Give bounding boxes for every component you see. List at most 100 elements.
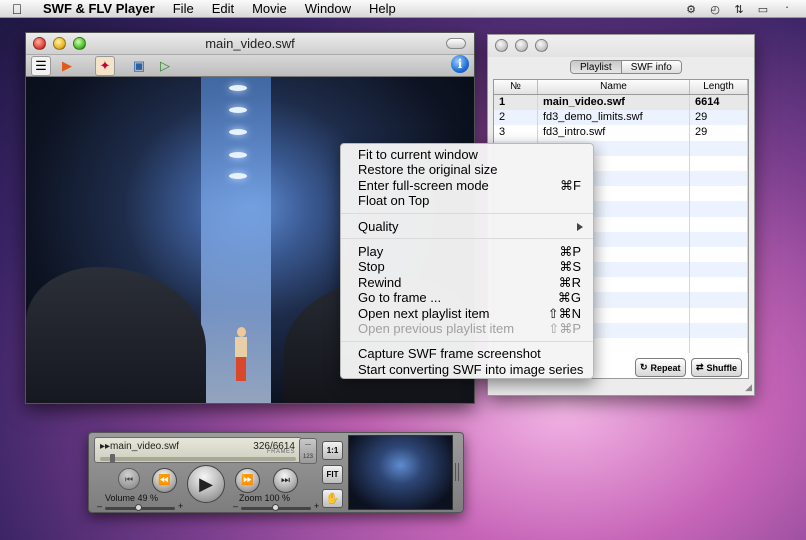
ceiling-lamp <box>229 129 247 135</box>
tab-swf-info[interactable]: SWF info <box>620 61 681 73</box>
minimize-window-button[interactable] <box>53 37 66 50</box>
playlist-tabs: Playlist SWF info <box>570 60 682 74</box>
menu-item-shortcut: ⌘P <box>559 243 581 259</box>
menu-item[interactable]: Open next playlist item ⇧⌘N <box>341 306 593 321</box>
menu-item-shortcut: ⌘F <box>560 177 581 193</box>
resize-handle[interactable] <box>455 463 459 481</box>
playlist-document-icon[interactable]: ☰ <box>31 56 51 76</box>
table-row[interactable]: 1 main_video.swf 6614 <box>494 95 748 111</box>
close-window-button[interactable] <box>33 37 46 50</box>
convert-icon[interactable]: ✦ <box>95 56 115 76</box>
upload-status-icon[interactable]: ⇅ <box>732 2 746 16</box>
menu-item[interactable]: Float on Top <box>341 193 593 208</box>
video-thumbnail[interactable] <box>348 435 453 510</box>
tab-playlist[interactable]: Playlist <box>571 61 621 73</box>
column-name[interactable]: Name <box>538 80 690 94</box>
menu-item[interactable]: Go to frame ... ⌘G <box>341 290 593 305</box>
menu-item[interactable]: Restore the original size <box>341 162 593 177</box>
menu-item[interactable]: Enter full-screen mode ⌘F <box>341 178 593 193</box>
column-number[interactable]: № <box>494 80 538 94</box>
menu-item-label: Go to frame ... <box>358 290 442 306</box>
progress-track[interactable] <box>100 457 296 461</box>
submenu-arrow-icon <box>577 222 583 231</box>
zoom-minus-icon: – <box>233 501 239 511</box>
crowd-left <box>26 267 206 403</box>
menu-item-label: Play <box>358 243 384 259</box>
camera-screenshot-icon[interactable]: ▣ <box>129 56 149 76</box>
menu-item-label: Float on Top <box>358 193 430 209</box>
repeat-button[interactable]: ↻ Repeat <box>635 358 686 377</box>
apple-menu-icon[interactable]:  <box>0 1 34 17</box>
repeat-icon: ↻ <box>640 362 648 372</box>
skip-to-end-button[interactable]: ⏭ <box>273 468 298 493</box>
current-file-name: ▸▸main_video.swf <box>100 441 179 452</box>
menu-file[interactable]: File <box>164 0 203 18</box>
row-number: 2 <box>494 110 538 126</box>
bluetooth-icon[interactable]: ᛫ <box>780 2 794 16</box>
menu-item[interactable]: Fit to current window <box>341 147 593 162</box>
playlist-titlebar[interactable] <box>488 35 754 57</box>
menu-window[interactable]: Window <box>296 0 360 18</box>
zoom-window-button[interactable] <box>73 37 86 50</box>
display-status-icon[interactable]: ▭ <box>756 2 770 16</box>
camera-series-icon[interactable]: ▷ <box>155 56 175 76</box>
table-row[interactable]: 2 fd3_demo_limits.swf 29 <box>494 110 748 126</box>
menu-item-shortcut: ⇧⌘N <box>547 305 581 321</box>
play-forward-icon[interactable]: ▶ <box>57 56 77 76</box>
skip-to-start-button[interactable]: ⏮ <box>118 468 140 490</box>
menu-item[interactable]: Open previous playlist item ⇧⌘P <box>341 321 593 336</box>
row-name: main_video.swf <box>538 95 690 111</box>
rewind-button[interactable]: ⏪ <box>152 468 177 493</box>
menu-edit[interactable]: Edit <box>203 0 243 18</box>
menu-item[interactable]: Play ⌘P <box>341 244 593 259</box>
video-window-titlebar[interactable]: main_video.swf <box>26 33 474 55</box>
menu-item-label: Open next playlist item <box>358 305 490 321</box>
playlist-zoom-button[interactable] <box>535 39 548 52</box>
menu-item-shortcut: ⌘S <box>559 259 581 275</box>
ceiling-lamp <box>229 173 247 179</box>
ratio-1-1-button[interactable]: 1:1 <box>322 441 343 460</box>
toolbar-toggle-button[interactable] <box>446 38 466 49</box>
fast-forward-button[interactable]: ⏩ <box>235 468 260 493</box>
row-length: 29 <box>690 110 748 126</box>
playlist-minimize-button[interactable] <box>515 39 528 52</box>
menu-separator <box>341 340 593 342</box>
table-row[interactable]: 3 fd3_intro.swf 29 <box>494 125 748 141</box>
menu-item-label: Restore the original size <box>358 162 498 178</box>
time-mode-toggle[interactable]: ― 123 <box>299 438 317 464</box>
menu-item-shortcut: ⇧⌘P <box>548 320 581 336</box>
menu-item-label: Quality <box>358 218 399 234</box>
table-header: № Name Length <box>494 80 748 95</box>
row-length: 29 <box>690 125 748 141</box>
menu-item[interactable]: Rewind ⌘R <box>341 275 593 290</box>
menu-item[interactable]: Stop ⌘S <box>341 259 593 274</box>
row-name: fd3_intro.swf <box>538 125 690 141</box>
zoom-slider-knob[interactable] <box>272 504 279 511</box>
column-length[interactable]: Length <box>690 80 748 94</box>
menu-help[interactable]: Help <box>360 0 405 18</box>
resize-grip-icon[interactable]: ◢ <box>745 382 752 393</box>
progress-knob[interactable] <box>109 454 115 463</box>
menu-item[interactable]: Start converting SWF into image series <box>341 362 593 377</box>
fit-button[interactable]: FIT <box>322 465 343 484</box>
play-button[interactable]: ▶ <box>187 465 225 503</box>
robot-status-icon[interactable]: ⚙ <box>684 2 698 16</box>
repeat-label: Repeat <box>650 362 681 373</box>
volume-plus-icon: + <box>178 501 184 511</box>
ceiling-lamp <box>229 85 247 91</box>
hand-tool-icon[interactable]: ✋ <box>322 489 343 508</box>
menu-item-label: Rewind <box>358 274 402 290</box>
info-icon[interactable]: i <box>451 55 469 73</box>
menu-item[interactable]: Capture SWF frame screenshot <box>341 346 593 361</box>
sync-status-icon[interactable]: ◴ <box>708 2 722 16</box>
shuffle-button[interactable]: ⇄ Shuffle <box>691 358 743 377</box>
playlist-close-button[interactable] <box>495 39 508 52</box>
ceiling-lamp <box>229 152 247 158</box>
menu-bar:  SWF & FLV Player File Edit Movie Windo… <box>0 0 806 18</box>
app-menu[interactable]: SWF & FLV Player <box>34 0 164 18</box>
shuffle-label: Shuffle <box>706 362 738 373</box>
menu-movie[interactable]: Movie <box>243 0 296 18</box>
row-length: 6614 <box>690 95 748 111</box>
menu-item-quality[interactable]: Quality <box>341 219 593 234</box>
menu-separator <box>341 238 593 240</box>
